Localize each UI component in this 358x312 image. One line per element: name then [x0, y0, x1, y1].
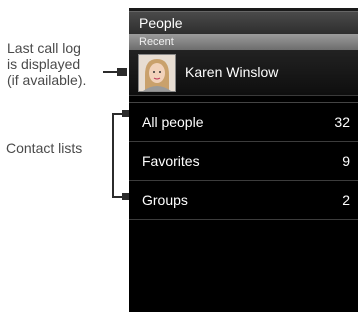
recent-call-row[interactable]: Karen Winslow: [129, 50, 358, 96]
recent-contact-name: Karen Winslow: [185, 64, 279, 80]
contact-photo-icon: [138, 54, 176, 92]
list-item-count: 9: [342, 153, 350, 169]
list-item-count: 2: [342, 192, 350, 208]
list-item-all-people[interactable]: All people 32: [129, 103, 358, 142]
list-divider: [129, 96, 358, 103]
recent-callout: Last call log is displayed (if available…: [7, 40, 86, 88]
list-item-label: Groups: [142, 192, 188, 208]
list-item-label: Favorites: [142, 153, 200, 169]
recent-callout-line-2: is displayed: [7, 56, 81, 72]
list-item-groups[interactable]: Groups 2: [129, 181, 358, 220]
recent-section-header: Recent: [129, 34, 358, 50]
contacts-callout: Contact lists: [6, 140, 83, 156]
contacts-bracket-top-tip: [122, 110, 129, 117]
recent-callout-line-1: Last call log: [7, 40, 81, 56]
list-item-label: All people: [142, 114, 204, 130]
recent-leader-arrow: [117, 68, 127, 76]
page-title: People: [129, 11, 358, 34]
contacts-bracket-vertical: [112, 113, 114, 198]
contacts-bracket-bottom-tip: [122, 193, 129, 200]
phone-screen: People Recent Karen Winslow All people 3…: [129, 8, 358, 312]
list-item-count: 32: [334, 114, 350, 130]
recent-callout-line-3: (if available).: [7, 72, 87, 88]
list-item-favorites[interactable]: Favorites 9: [129, 142, 358, 181]
